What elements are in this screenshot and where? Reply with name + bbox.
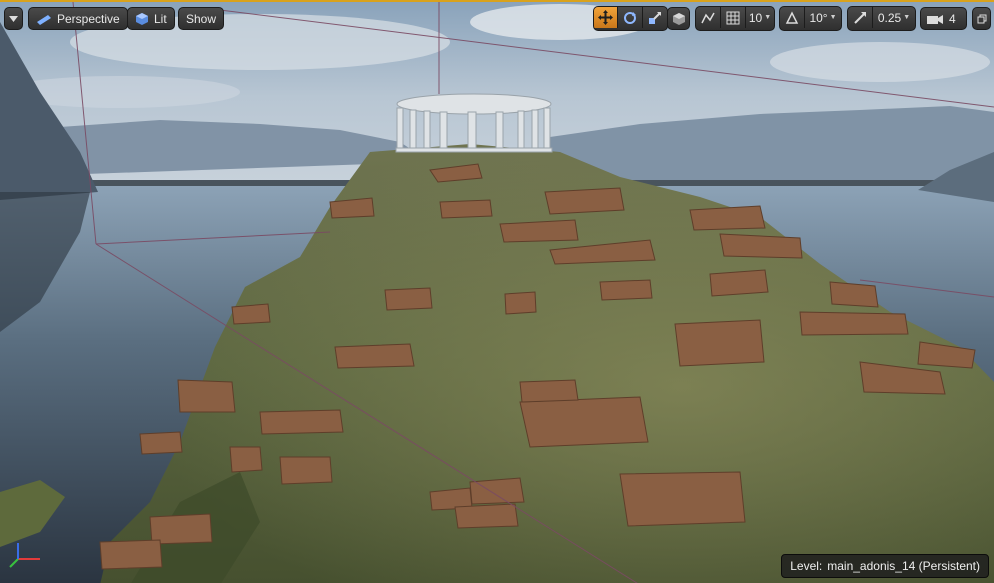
rotation-snap-value: 10°	[809, 10, 828, 25]
lit-cube-icon	[136, 12, 148, 25]
maximize-viewport-button[interactable]	[972, 7, 991, 30]
scale-snap-group: 0.25 ▼	[847, 6, 916, 31]
dropdown-caret-icon: ▼	[903, 14, 911, 21]
grid-snap-toggle[interactable]	[720, 7, 745, 28]
move-arrows-icon	[598, 10, 613, 25]
camera-speed-button[interactable]: 4	[920, 7, 967, 30]
show-flags-button[interactable]: Show	[178, 7, 225, 30]
view-mode-label: Perspective	[57, 11, 120, 26]
grid-snap-group: 10 ▼	[695, 6, 775, 31]
scale-snap-toggle[interactable]	[848, 7, 872, 28]
world-cube-icon	[672, 12, 685, 25]
translate-mode-button[interactable]	[594, 7, 617, 28]
grid-size-dropdown[interactable]: 10 ▼	[745, 7, 774, 28]
rotation-snap-toggle[interactable]	[780, 7, 804, 28]
level-viewport[interactable]: Perspective Lit Show 10 ▼ 10° ▼ 0.25 ▼ 4…	[0, 0, 994, 583]
show-flags-label: Show	[186, 11, 217, 26]
rotate-mode-button[interactable]	[617, 7, 642, 28]
surface-snap-icon	[701, 12, 715, 23]
grid-icon	[726, 11, 740, 24]
rotate-icon	[624, 11, 636, 24]
perspective-camera-icon	[37, 14, 51, 25]
restore-window-icon	[977, 14, 986, 23]
scene-render	[0, 2, 994, 583]
transform-mode-group	[593, 6, 668, 31]
viewport-options-button[interactable]	[4, 7, 23, 30]
scale-icon	[649, 11, 661, 24]
coordinate-system-button[interactable]	[667, 7, 690, 30]
angle-icon	[785, 10, 799, 24]
scale-mode-button[interactable]	[642, 7, 667, 28]
dropdown-caret-icon: ▼	[764, 14, 772, 21]
level-name: main_adonis_14 (Persistent)	[827, 559, 980, 573]
axis-gizmo	[9, 543, 40, 568]
chevron-down-icon	[9, 15, 18, 22]
camera-icon	[927, 14, 943, 24]
lighting-mode-label: Lit	[154, 11, 167, 26]
level-prefix: Level:	[790, 559, 823, 573]
view-mode-button[interactable]: Perspective	[28, 7, 128, 30]
level-status-label: Level: main_adonis_14 (Persistent)	[781, 554, 989, 578]
scale-snap-value: 0.25	[877, 10, 902, 25]
camera-speed-value: 4	[949, 11, 956, 26]
scale-snap-dropdown[interactable]: 0.25 ▼	[872, 7, 915, 28]
lighting-mode-button[interactable]: Lit	[127, 7, 175, 30]
rotation-snap-group: 10° ▼	[779, 6, 842, 31]
scale-snap-icon	[854, 11, 866, 24]
surface-snap-button[interactable]	[696, 7, 720, 28]
rotation-snap-dropdown[interactable]: 10° ▼	[804, 7, 841, 28]
grid-size-value: 10	[748, 10, 763, 25]
dropdown-caret-icon: ▼	[829, 14, 837, 21]
